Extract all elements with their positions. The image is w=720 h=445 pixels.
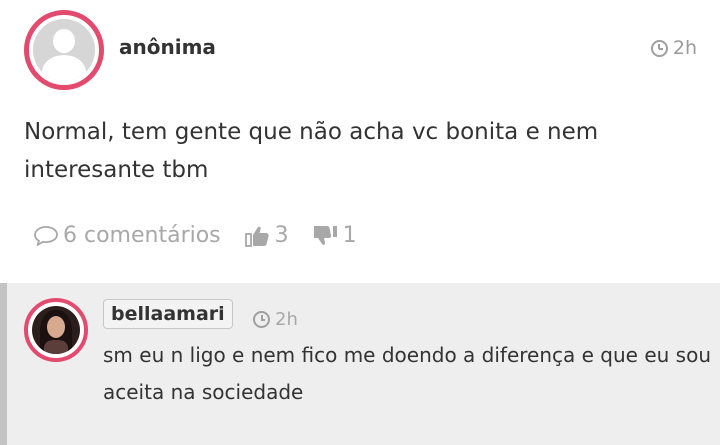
comments-button[interactable]: 6 comentários (33, 223, 221, 248)
dislikes-count: 1 (342, 223, 357, 248)
thumbs-down-icon (313, 225, 337, 245)
reply-timestamp: 2h (253, 309, 298, 330)
likes-count: 3 (274, 223, 289, 248)
clock-icon (650, 39, 668, 57)
reply-comment: bellaamari 2h sm eu n ligo e nem fico me… (0, 283, 720, 445)
next-reply-edge (0, 440, 720, 445)
post-author-name[interactable]: anônima (119, 35, 216, 59)
reply-body: sm eu n ligo e nem fico me doendo a dife… (103, 343, 711, 404)
clock-icon (253, 311, 270, 328)
post-timestamp: 2h (650, 37, 697, 59)
reply-time-label: 2h (275, 309, 298, 330)
reply-author-avatar[interactable] (24, 298, 88, 362)
anonymous-avatar-icon (33, 19, 95, 81)
profile-photo-icon (32, 306, 80, 354)
post-actions: 6 comentários 3 1 (33, 223, 381, 248)
comments-label: 6 comentários (63, 223, 221, 248)
thumbs-up-icon (244, 226, 269, 247)
reply-author-name[interactable]: bellaamari (103, 299, 233, 329)
speech-bubble-icon (34, 225, 58, 246)
post-card: anônima 2h Normal, tem gente que não ach… (0, 0, 720, 283)
dislike-button[interactable]: 1 (313, 223, 357, 248)
post-body: Normal, tem gente que não acha vc bonita… (24, 119, 599, 183)
post-time-label: 2h (672, 37, 697, 59)
author-avatar[interactable] (24, 10, 104, 90)
like-button[interactable]: 3 (244, 223, 289, 248)
